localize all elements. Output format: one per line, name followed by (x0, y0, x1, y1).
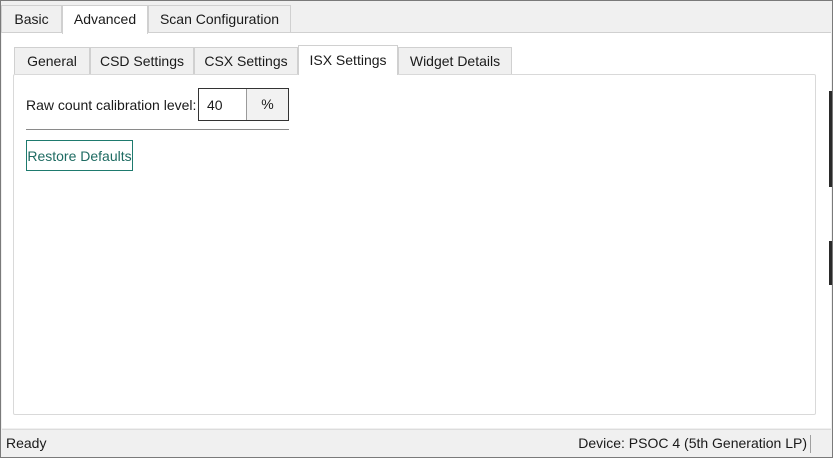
tab-basic[interactable]: Basic (1, 5, 62, 33)
tab-advanced[interactable]: Advanced (62, 5, 148, 34)
raw-count-calibration-label: Raw count calibration level: (26, 97, 197, 113)
isx-settings-pane: Raw count calibration level: % Restore D… (13, 74, 816, 415)
status-text: Ready (6, 435, 47, 451)
section-divider (26, 129, 289, 130)
advanced-pane: General CSD Settings CSX Settings ISX Se… (2, 32, 831, 428)
raw-count-calibration-field: % (198, 88, 289, 121)
tab-scan-configuration[interactable]: Scan Configuration (148, 5, 291, 33)
tab-isx-settings[interactable]: ISX Settings (298, 45, 398, 75)
tab-csd-settings[interactable]: CSD Settings (90, 47, 194, 74)
top-tab-bar: Basic Advanced Scan Configuration (1, 5, 832, 34)
percent-unit-label: % (247, 89, 288, 120)
tab-csd-settings-label: CSD Settings (99, 53, 185, 69)
tab-widget-details[interactable]: Widget Details (398, 47, 512, 74)
tab-basic-label: Basic (14, 11, 49, 27)
window-edge-marker (829, 91, 832, 187)
status-separator (810, 435, 811, 453)
tab-isx-settings-label: ISX Settings (309, 52, 387, 68)
tab-csx-settings[interactable]: CSX Settings (194, 47, 298, 74)
device-status: Device: PSOC 4 (5th Generation LP) (578, 435, 807, 451)
tab-general[interactable]: General (14, 47, 90, 74)
restore-defaults-button[interactable]: Restore Defaults (26, 140, 133, 171)
main-window: Basic Advanced Scan Configuration Genera… (0, 0, 833, 458)
raw-count-calibration-input[interactable] (199, 89, 247, 120)
tab-scan-configuration-label: Scan Configuration (159, 11, 280, 27)
window-edge-marker-lower (829, 241, 832, 285)
tab-advanced-label: Advanced (73, 11, 137, 27)
tab-widget-details-label: Widget Details (409, 53, 501, 69)
status-bar: Ready Device: PSOC 4 (5th Generation LP) (2, 429, 831, 457)
inner-tab-bar: General CSD Settings CSX Settings ISX Se… (2, 45, 831, 75)
tab-csx-settings-label: CSX Settings (204, 53, 288, 69)
tab-general-label: General (27, 53, 77, 69)
